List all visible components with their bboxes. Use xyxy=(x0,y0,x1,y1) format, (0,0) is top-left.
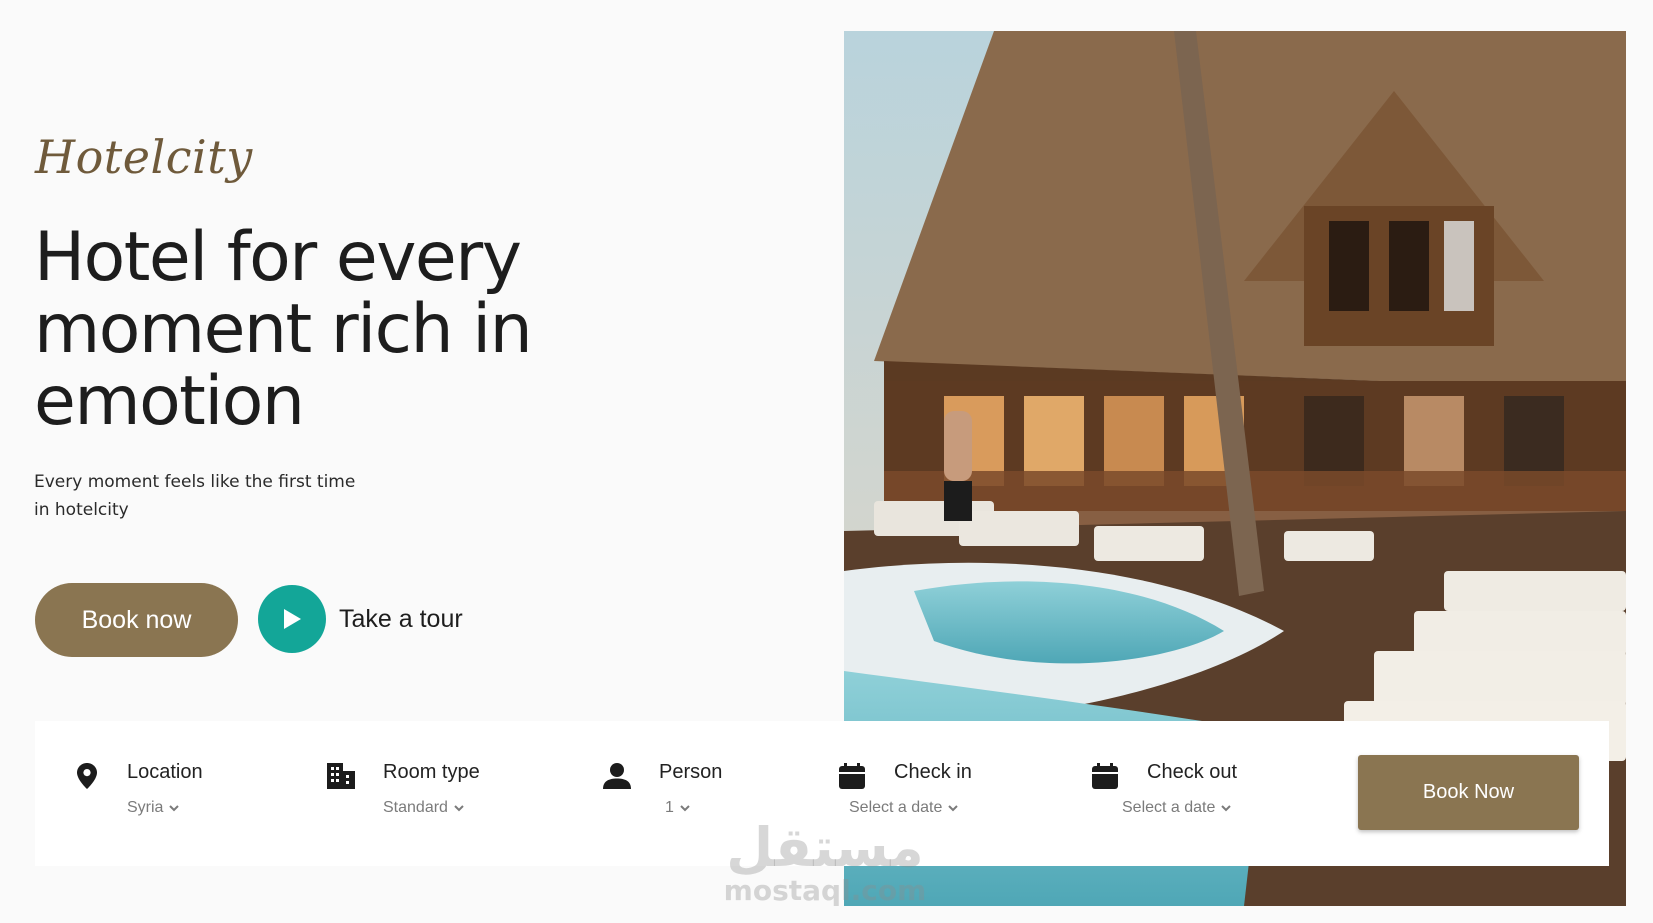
check-in-select[interactable]: Select a date xyxy=(849,799,959,817)
calendar-icon xyxy=(1092,763,1118,794)
book-now-button[interactable]: Book now xyxy=(35,583,238,657)
person-icon xyxy=(603,763,631,794)
chevron-down-icon xyxy=(454,804,464,811)
headline-line: Hotel for every xyxy=(34,218,522,297)
location-select[interactable]: Syria xyxy=(127,799,180,817)
subtext-line: in hotelcity xyxy=(34,500,129,520)
room-type-value: Standard xyxy=(383,799,448,816)
location-pin-icon xyxy=(77,763,97,794)
logo[interactable]: Hotelcity xyxy=(35,130,253,184)
check-out-select[interactable]: Select a date xyxy=(1122,799,1232,817)
calendar-icon xyxy=(839,763,865,794)
play-icon[interactable] xyxy=(258,585,326,653)
headline-line: emotion xyxy=(34,362,305,441)
person-value: 1 xyxy=(665,799,674,816)
take-a-tour-button[interactable]: Take a tour xyxy=(258,585,463,653)
room-type-select[interactable]: Standard xyxy=(383,799,464,817)
check-in-label: Check in xyxy=(894,761,972,783)
headline-line: moment rich in xyxy=(34,290,533,369)
take-a-tour-label: Take a tour xyxy=(339,604,463,633)
book-now-submit-button[interactable]: Book Now xyxy=(1358,755,1579,830)
booking-bar: Location Syria Room type Standard Person… xyxy=(35,721,1609,866)
person-label: Person xyxy=(659,761,723,783)
building-icon xyxy=(327,763,355,794)
chevron-down-icon xyxy=(169,804,180,811)
room-type-label: Room type xyxy=(383,761,480,783)
hero-subtext: Every moment feels like the first time i… xyxy=(34,468,374,524)
location-label: Location xyxy=(127,761,203,783)
hero-headline: Hotel for every moment rich in emotion xyxy=(34,222,654,438)
check-out-label: Check out xyxy=(1147,761,1238,783)
check-in-value: Select a date xyxy=(849,799,943,816)
chevron-down-icon xyxy=(1221,804,1232,811)
chevron-down-icon xyxy=(948,804,959,811)
person-select[interactable]: 1 xyxy=(665,799,690,817)
subtext-line: Every moment feels like the first time xyxy=(34,472,356,492)
location-value: Syria xyxy=(127,799,164,816)
chevron-down-icon xyxy=(680,804,690,811)
check-out-value: Select a date xyxy=(1122,799,1216,816)
